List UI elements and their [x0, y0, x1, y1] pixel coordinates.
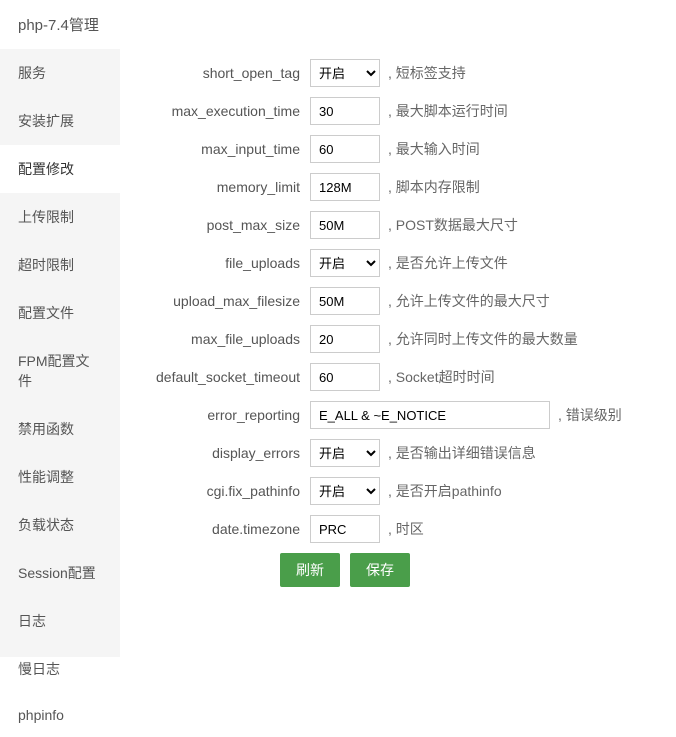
label-short-open-tag: short_open_tag [140, 65, 310, 81]
label-error-reporting: error_reporting [140, 407, 310, 423]
label-file-uploads: file_uploads [140, 255, 310, 271]
save-button[interactable]: 保存 [350, 553, 410, 587]
desc-max-input-time: , 最大输入时间 [388, 139, 480, 159]
label-default-socket-timeout: default_socket_timeout [140, 369, 310, 385]
label-max-execution-time: max_execution_time [140, 103, 310, 119]
input-max-file-uploads[interactable] [310, 325, 380, 353]
desc-date-timezone: , 时区 [388, 519, 424, 539]
label-memory-limit: memory_limit [140, 179, 310, 195]
label-date-timezone: date.timezone [140, 521, 310, 537]
row-max-input-time: max_input_time , 最大输入时间 [140, 135, 656, 163]
sidebar-item-session-config[interactable]: Session配置 [0, 549, 120, 597]
desc-display-errors: , 是否输出详细错误信息 [388, 443, 536, 463]
label-cgi-fix-pathinfo: cgi.fix_pathinfo [140, 483, 310, 499]
select-cgi-fix-pathinfo[interactable]: 开启 [310, 477, 380, 505]
sidebar-item-load-status[interactable]: 负载状态 [0, 501, 120, 549]
row-post-max-size: post_max_size , POST数据最大尺寸 [140, 211, 656, 239]
row-error-reporting: error_reporting , 错误级别 [140, 401, 656, 429]
desc-max-execution-time: , 最大脚本运行时间 [388, 101, 508, 121]
row-display-errors: display_errors 开启 , 是否输出详细错误信息 [140, 439, 656, 467]
desc-default-socket-timeout: , Socket超时时间 [388, 367, 495, 387]
page-title: php-7.4管理 [0, 0, 676, 49]
input-default-socket-timeout[interactable] [310, 363, 380, 391]
sidebar-item-config-file[interactable]: 配置文件 [0, 289, 120, 337]
sidebar-item-upload-limit[interactable]: 上传限制 [0, 193, 120, 241]
button-row: 刷新 保存 [280, 553, 656, 587]
main-container: 服务 安装扩展 配置修改 上传限制 超时限制 配置文件 FPM配置文件 禁用函数… [0, 49, 676, 657]
sidebar-item-fpm-config[interactable]: FPM配置文件 [0, 337, 120, 405]
sidebar-item-disabled-func[interactable]: 禁用函数 [0, 405, 120, 453]
label-display-errors: display_errors [140, 445, 310, 461]
desc-memory-limit: , 脚本内存限制 [388, 177, 480, 197]
input-memory-limit[interactable] [310, 173, 380, 201]
desc-error-reporting: , 错误级别 [558, 405, 622, 425]
select-display-errors[interactable]: 开启 [310, 439, 380, 467]
row-max-file-uploads: max_file_uploads , 允许同时上传文件的最大数量 [140, 325, 656, 353]
content-area: short_open_tag 开启 , 短标签支持 max_execution_… [120, 49, 676, 657]
input-error-reporting[interactable] [310, 401, 550, 429]
desc-file-uploads: , 是否允许上传文件 [388, 253, 508, 273]
sidebar-item-log[interactable]: 日志 [0, 597, 120, 645]
row-upload-max-filesize: upload_max_filesize , 允许上传文件的最大尺寸 [140, 287, 656, 315]
refresh-button[interactable]: 刷新 [280, 553, 340, 587]
desc-upload-max-filesize: , 允许上传文件的最大尺寸 [388, 291, 550, 311]
desc-max-file-uploads: , 允许同时上传文件的最大数量 [388, 329, 578, 349]
desc-post-max-size: , POST数据最大尺寸 [388, 215, 518, 235]
input-upload-max-filesize[interactable] [310, 287, 380, 315]
row-date-timezone: date.timezone , 时区 [140, 515, 656, 543]
sidebar-item-service[interactable]: 服务 [0, 49, 120, 97]
select-file-uploads[interactable]: 开启 [310, 249, 380, 277]
desc-cgi-fix-pathinfo: , 是否开启pathinfo [388, 481, 502, 501]
row-file-uploads: file_uploads 开启 , 是否允许上传文件 [140, 249, 656, 277]
row-max-execution-time: max_execution_time , 最大脚本运行时间 [140, 97, 656, 125]
row-short-open-tag: short_open_tag 开启 , 短标签支持 [140, 59, 656, 87]
label-post-max-size: post_max_size [140, 217, 310, 233]
desc-short-open-tag: , 短标签支持 [388, 63, 466, 83]
sidebar-item-slow-log[interactable]: 慢日志 [0, 645, 120, 693]
sidebar-item-phpinfo[interactable]: phpinfo [0, 693, 120, 737]
input-max-execution-time[interactable] [310, 97, 380, 125]
sidebar-item-install-ext[interactable]: 安装扩展 [0, 97, 120, 145]
sidebar: 服务 安装扩展 配置修改 上传限制 超时限制 配置文件 FPM配置文件 禁用函数… [0, 49, 120, 657]
select-short-open-tag[interactable]: 开启 [310, 59, 380, 87]
sidebar-item-timeout-limit[interactable]: 超时限制 [0, 241, 120, 289]
sidebar-item-performance[interactable]: 性能调整 [0, 453, 120, 501]
label-max-input-time: max_input_time [140, 141, 310, 157]
sidebar-item-config-edit[interactable]: 配置修改 [0, 145, 120, 193]
label-upload-max-filesize: upload_max_filesize [140, 293, 310, 309]
row-cgi-fix-pathinfo: cgi.fix_pathinfo 开启 , 是否开启pathinfo [140, 477, 656, 505]
row-default-socket-timeout: default_socket_timeout , Socket超时时间 [140, 363, 656, 391]
input-post-max-size[interactable] [310, 211, 380, 239]
input-max-input-time[interactable] [310, 135, 380, 163]
row-memory-limit: memory_limit , 脚本内存限制 [140, 173, 656, 201]
label-max-file-uploads: max_file_uploads [140, 331, 310, 347]
input-date-timezone[interactable] [310, 515, 380, 543]
